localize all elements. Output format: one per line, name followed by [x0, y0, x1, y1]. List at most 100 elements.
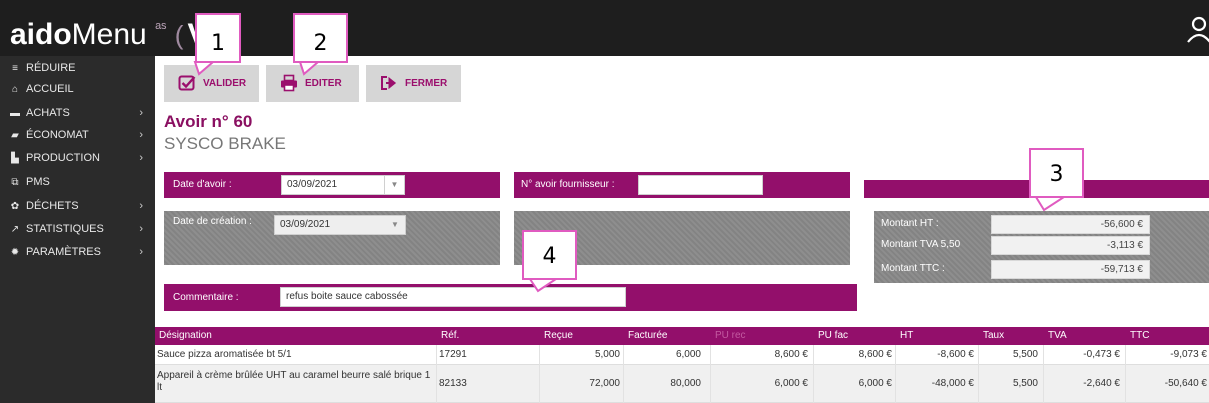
chevron-right-icon: ›	[139, 129, 143, 141]
column-header[interactable]: HT	[898, 327, 913, 345]
table-cell: Appareil à crème brûlée UHT au caramel b…	[157, 370, 431, 393]
column-divider	[710, 345, 711, 403]
factory-icon: ▙	[11, 153, 19, 164]
table-cell: 5,500	[1012, 378, 1038, 389]
sidebar-item-6[interactable]: ⧉ PMS	[0, 171, 155, 193]
column-divider	[623, 345, 624, 403]
close-label: FERMER	[405, 78, 448, 89]
page-title: Avoir n° 60	[164, 112, 253, 131]
column-header[interactable]: PU fac	[816, 327, 848, 345]
sidebar-item-9[interactable]: ✹ PARAMÈTRES ›	[0, 241, 155, 263]
table-row[interactable]: Appareil à crème brûlée UHT au caramel b…	[155, 365, 1209, 403]
total-value: -56,600 €	[991, 215, 1150, 234]
column-header[interactable]: Réf.	[439, 327, 459, 345]
column-divider	[813, 345, 814, 403]
table-cell: -2,640 €	[1083, 378, 1120, 389]
total-label: Montant TTC :	[881, 263, 945, 274]
column-divider	[978, 345, 979, 403]
creation-date-value: 03/09/2021	[280, 219, 331, 230]
sidebar-item-3[interactable]: ▬ ACHATS ›	[0, 102, 155, 124]
recycle-icon: ✿	[10, 201, 20, 212]
column-header[interactable]: Taux	[981, 327, 1004, 345]
table-row[interactable]: Sauce pizza aromatisée bt 5/1 17291 5,000 6…	[155, 345, 1209, 365]
cart-icon: ▬	[10, 108, 20, 119]
credit-date-select[interactable]: 03/09/2021 ▼	[281, 175, 405, 195]
column-header[interactable]: TVA	[1046, 327, 1067, 345]
home-icon: ⌂	[11, 84, 19, 95]
table-cell: 6,000 €	[774, 378, 808, 389]
chevron-right-icon: ›	[139, 246, 143, 258]
supplier-credit-number-strip: N° avoir fournisseur :	[514, 172, 850, 198]
table-cell: 80,000	[670, 378, 701, 389]
edit-label: EDITER	[305, 78, 342, 89]
sidebar-item-label: ÉCONOMAT	[26, 129, 89, 141]
table-cell: 8,600 €	[774, 349, 808, 360]
callout-2: 2	[293, 13, 348, 63]
creation-date-label: Date de création :	[173, 216, 252, 227]
chevron-down-icon: ▼	[384, 176, 404, 194]
sidebar-item-label: DÉCHETS	[26, 200, 79, 212]
printer-icon	[281, 75, 297, 92]
column-header[interactable]: TTC	[1128, 327, 1149, 345]
creation-date-select[interactable]: 03/09/2021 ▼	[274, 215, 406, 235]
checkbox-check-icon	[178, 75, 196, 91]
column-header[interactable]: PU rec	[713, 327, 746, 345]
column-header[interactable]: Facturée	[626, 327, 667, 345]
top-bar: aidoMenu ᵃˢ (V	[0, 0, 1209, 56]
gear-icon: ✹	[10, 247, 20, 258]
logo-paren: (	[174, 20, 184, 50]
table-cell: 6,000 €	[858, 378, 892, 389]
comment-input[interactable]: refus boite sauce cabossée	[280, 287, 626, 307]
chevron-down-icon: ▼	[391, 220, 399, 229]
supplier-credit-number-input[interactable]	[638, 175, 763, 195]
sidebar-item-label: RÉDUIRE	[26, 62, 76, 74]
pms-icon: ⧉	[11, 177, 19, 188]
comment-strip: Commentaire : refus boite sauce cabossée	[164, 284, 857, 311]
creation-date-strip: Date de création : 03/09/2021 ▼	[164, 211, 500, 265]
logo-light: Menu	[71, 18, 147, 51]
table-cell: -48,000 €	[931, 378, 974, 389]
table-cell: -0,473 €	[1083, 349, 1120, 360]
table-cell: 17291	[439, 349, 467, 360]
close-button[interactable]: FERMER	[366, 65, 461, 102]
truck-icon: ▰	[11, 130, 19, 141]
sidebar-item-label: PRODUCTION	[26, 152, 100, 164]
table-cell: Sauce pizza aromatisée bt 5/1	[157, 349, 292, 360]
column-divider	[1043, 345, 1044, 403]
table-cell: -8,600 €	[937, 349, 974, 360]
chart-icon: ↗	[10, 224, 20, 235]
sidebar-item-7[interactable]: ✿ DÉCHETS ›	[0, 195, 155, 217]
column-divider	[895, 345, 896, 403]
table-header: Désignation Réf. Reçue Facturée PU rec PU fac…	[155, 327, 1209, 345]
sidebar-item-1[interactable]: ≡ RÉDUIRE	[0, 57, 155, 79]
table-cell: 72,000	[589, 378, 620, 389]
sidebar-item-5[interactable]: ▙ PRODUCTION ›	[0, 147, 155, 169]
callout-2-pointer	[298, 61, 321, 76]
table-cell: 82133	[439, 378, 467, 389]
comment-label: Commentaire :	[173, 292, 239, 303]
sidebar-item-8[interactable]: ↗ STATISTIQUES ›	[0, 218, 155, 240]
callout-1-pointer	[193, 61, 216, 76]
app-logo[interactable]: aidoMenu ᵃˢ (V	[10, 12, 207, 52]
total-label: Montant TVA 5,50	[881, 239, 961, 250]
column-header[interactable]: Reçue	[542, 327, 573, 345]
chevron-right-icon: ›	[139, 107, 143, 119]
column-header[interactable]: Désignation	[157, 327, 212, 345]
user-icon[interactable]	[1185, 14, 1209, 44]
table-cell: 5,500	[1012, 349, 1038, 360]
supplier-credit-number-label: N° avoir fournisseur :	[521, 179, 615, 190]
table-cell: 6,000	[675, 349, 701, 360]
column-divider	[436, 345, 437, 403]
credit-date-strip: Date d'avoir : 03/09/2021 ▼	[164, 172, 500, 198]
total-value: -3,113 €	[991, 236, 1150, 255]
menu-icon: ≡	[12, 63, 18, 74]
chevron-right-icon: ›	[139, 223, 143, 235]
credit-date-label: Date d'avoir :	[173, 179, 232, 190]
callout-1: 1	[195, 13, 241, 63]
callout-4: 4	[522, 230, 577, 280]
sidebar-item-2[interactable]: ⌂ ACCUEIL	[0, 78, 155, 100]
sidebar-item-4[interactable]: ▰ ÉCONOMAT ›	[0, 124, 155, 146]
sidebar-item-label: ACHATS	[26, 107, 70, 119]
column-divider	[1125, 345, 1126, 403]
table-cell: 8,600 €	[858, 349, 892, 360]
